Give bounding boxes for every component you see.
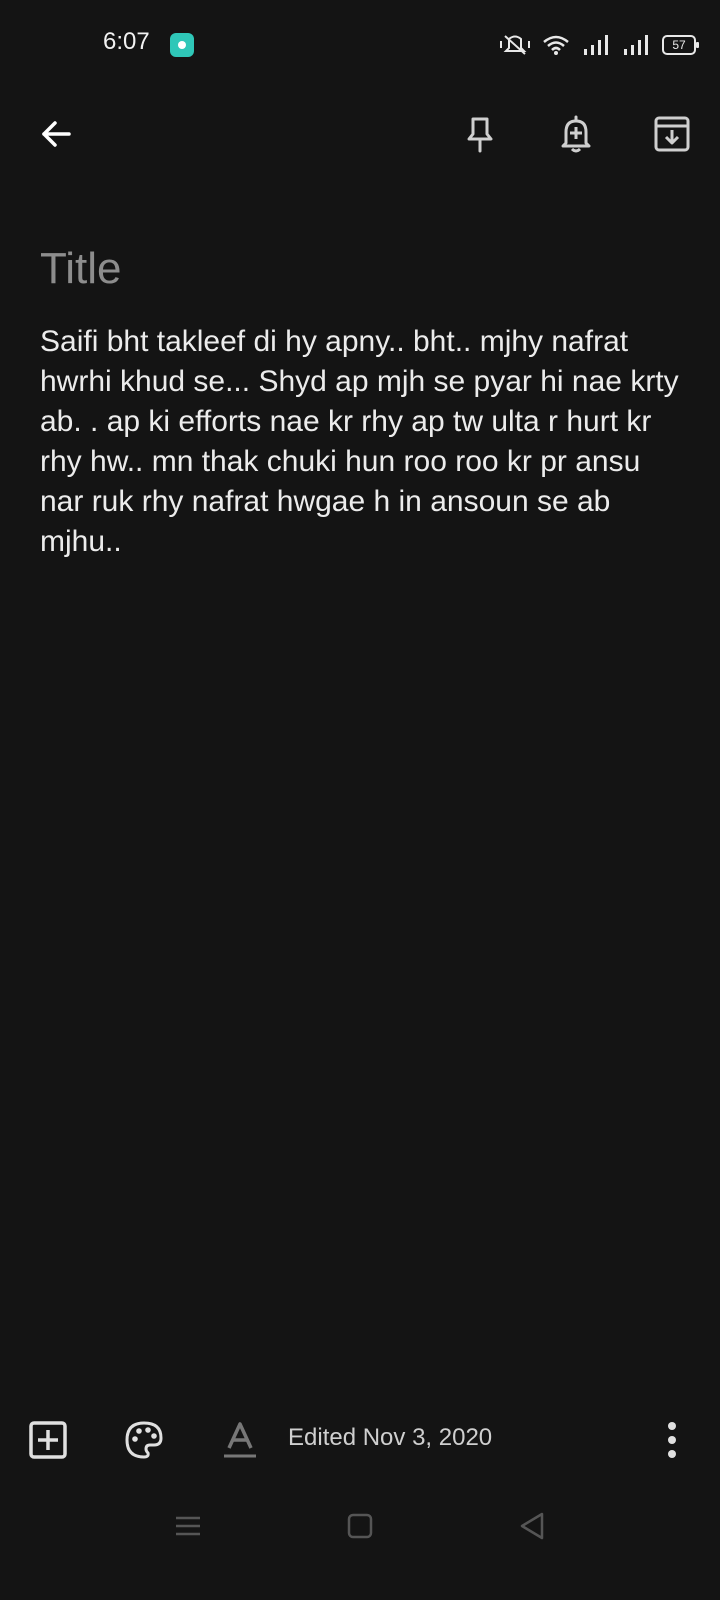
triangle-back-icon [520, 1512, 544, 1540]
app-notification-icon [170, 33, 194, 57]
note-bottom-bar: Edited Nov 3, 2020 [0, 1400, 720, 1480]
archive-icon [654, 116, 690, 152]
home-button[interactable] [334, 1500, 386, 1552]
status-time: 6:07 [103, 28, 150, 55]
recent-apps-button[interactable] [162, 1500, 214, 1552]
mute-vibrate-icon [500, 35, 530, 55]
arrow-left-icon [42, 121, 71, 147]
system-nav-bar [0, 1490, 720, 1600]
note-title-input[interactable]: Title [40, 240, 690, 298]
battery-icon: 57 [662, 35, 699, 55]
square-icon [347, 1513, 373, 1539]
note-body-text[interactable]: Saifi bht takleef di hy apny.. bht.. mjh… [40, 322, 690, 562]
bell-plus-icon [561, 115, 591, 153]
back-button[interactable] [30, 108, 82, 160]
add-content-button[interactable] [22, 1414, 74, 1466]
text-format-icon [224, 1422, 256, 1458]
status-bar: 6:07 57 [0, 0, 720, 90]
signal-icon [584, 35, 608, 55]
pin-button[interactable] [454, 108, 506, 160]
note-toolbar [0, 100, 720, 180]
system-back-button[interactable] [506, 1500, 558, 1552]
more-vert-icon [668, 1422, 676, 1458]
add-box-icon [29, 1421, 67, 1459]
signal-icon-2 [624, 35, 648, 55]
text-format-button[interactable] [214, 1414, 266, 1466]
edited-timestamp: Edited Nov 3, 2020 [288, 1424, 493, 1451]
background-color-button[interactable] [118, 1414, 170, 1466]
archive-button[interactable] [646, 108, 698, 160]
note-editor: Title Saifi bht takleef di hy apny.. bht… [40, 240, 690, 562]
more-options-button[interactable] [646, 1414, 698, 1466]
palette-icon [125, 1421, 163, 1459]
pin-icon [467, 117, 493, 153]
wifi-icon [543, 35, 569, 55]
menu-icon [176, 1516, 200, 1536]
reminder-button[interactable] [550, 108, 602, 160]
status-icons: 57 [500, 30, 699, 60]
